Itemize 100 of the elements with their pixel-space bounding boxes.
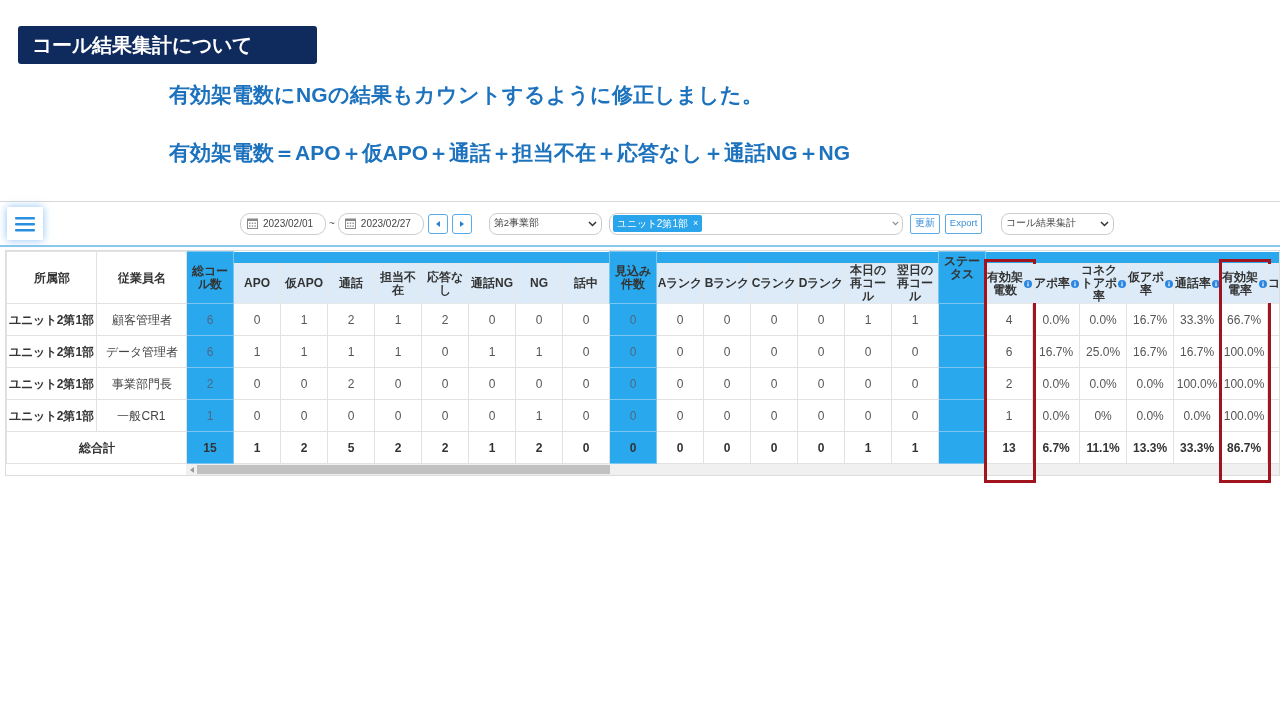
table-cell: 0: [468, 367, 516, 400]
table-cell: 0: [844, 399, 892, 432]
table-cell: 0: [750, 431, 798, 464]
unit-select[interactable]: ユニット2第1部 ×: [608, 212, 903, 235]
table-cell: 0: [797, 367, 845, 400]
table-cell: 0: [280, 399, 328, 432]
table-cell: 0: [421, 335, 469, 368]
table-cell: 2: [280, 431, 328, 464]
table-cell: 0: [797, 399, 845, 432]
right-triangle-icon: [459, 220, 464, 227]
column-header: 有効架電率: [1221, 270, 1258, 297]
refresh-button[interactable]: 更新: [909, 213, 940, 234]
table-cell: 1: [374, 303, 422, 336]
table-cell: 0: [562, 303, 610, 336]
info-icon: [1023, 279, 1032, 288]
table-cell: 1: [515, 399, 563, 432]
calendar-icon: [247, 218, 258, 229]
table-cell: 1: [468, 335, 516, 368]
column-header: アポ率: [1033, 277, 1070, 290]
table-cell: 1: [327, 335, 375, 368]
table-cell: 0: [703, 367, 751, 400]
table-cell: 0: [703, 399, 751, 432]
table-cell: 2: [374, 431, 422, 464]
table-cell: 0: [515, 367, 563, 400]
table-cell: 2: [515, 431, 563, 464]
table-cell: 0.0%: [1079, 303, 1127, 336]
previous-button[interactable]: [427, 213, 448, 234]
table-cell: 0: [562, 399, 610, 432]
table-cell: 一般CR1: [96, 399, 187, 432]
table-cell: 0: [609, 303, 657, 336]
next-button[interactable]: [451, 213, 472, 234]
remove-tag-button[interactable]: ×: [692, 216, 699, 231]
table-cell: 1: [186, 399, 234, 432]
column-header: Aランク: [656, 263, 704, 304]
table-cell: 2: [327, 367, 375, 400]
unit-tag[interactable]: ユニット2第1部 ×: [612, 215, 703, 232]
table-cell: ユニット2第1部: [6, 335, 97, 368]
column-header: 応答なし: [421, 263, 469, 304]
table-cell: 0: [374, 399, 422, 432]
note-text: 有効架電数にNGの結果もカウントするように修正しました。: [169, 82, 764, 108]
export-button[interactable]: Export: [944, 213, 983, 234]
menu-button[interactable]: [7, 207, 43, 240]
table-cell: 100.0%: [1220, 367, 1268, 400]
table-cell: 2: [985, 367, 1033, 400]
slide-title: コール結果集計について: [18, 26, 317, 64]
table-cell: 0%: [1079, 399, 1127, 432]
department-select[interactable]: 第2事業部: [488, 212, 602, 235]
column-header: ステータス: [938, 251, 986, 304]
table-cell: 16.7%: [1126, 303, 1174, 336]
total-label: 総合計: [6, 431, 187, 464]
table-cell: 0: [562, 335, 610, 368]
calendar-icon: [344, 218, 356, 229]
table-cell: 0: [421, 399, 469, 432]
scrollbar-thumb[interactable]: [197, 465, 610, 474]
column-header: 所属部: [6, 251, 97, 304]
table-cell: 0.0%: [1079, 367, 1127, 400]
table-cell: 0: [562, 431, 610, 464]
date-field[interactable]: 2023/02/27: [337, 212, 424, 235]
table-cell: 0: [797, 431, 845, 464]
table-cell: 0: [750, 399, 798, 432]
chevron-down-icon: [1100, 220, 1110, 227]
column-header: Bランク: [703, 263, 751, 304]
date-field[interactable]: 2023/02/01: [240, 212, 326, 235]
column-header: コネクトアポ率: [1080, 264, 1117, 303]
table-cell: 1: [844, 431, 892, 464]
table-cell: 1: [985, 399, 1033, 432]
column-header: Dランク: [797, 263, 845, 304]
table-cell: 100.0%: [1220, 399, 1268, 432]
table-cell: 0: [327, 399, 375, 432]
table-cell: 0: [891, 399, 939, 432]
column-header: APO: [233, 263, 281, 304]
column-header: 従業員名: [96, 251, 187, 304]
info-icon: [1258, 279, 1267, 288]
table-cell: 0: [750, 303, 798, 336]
table-cell: 0: [609, 431, 657, 464]
column-header: 見込み件数: [609, 251, 657, 304]
info-icon: [1164, 279, 1173, 288]
table-cell: 13.3%: [1126, 431, 1174, 464]
table-cell: 2: [327, 303, 375, 336]
table-cell: 0: [609, 335, 657, 368]
table-cell: 0: [844, 335, 892, 368]
info-icon: [1211, 279, 1220, 288]
table-cell: 0: [750, 335, 798, 368]
note-text: 有効架電数＝APO＋仮APO＋通話＋担当不在＋応答なし＋通話NG＋NG: [169, 140, 851, 166]
report-select[interactable]: コール結果集計: [1001, 212, 1115, 235]
table-cell: 100.0%: [1220, 335, 1268, 368]
info-icon: [1117, 279, 1126, 288]
table-cell: 0: [656, 367, 704, 400]
chevron-down-icon: [891, 221, 899, 226]
column-header: 仮アポ率: [1127, 270, 1164, 297]
table-cell: 6: [186, 335, 234, 368]
table-cell: 0: [703, 431, 751, 464]
column-header: 話中: [562, 263, 610, 304]
table-cell: 0: [468, 399, 516, 432]
table-cell: 5: [327, 431, 375, 464]
table-cell: 1: [374, 335, 422, 368]
info-icon: [1070, 279, 1079, 288]
table-cell: 0: [891, 335, 939, 368]
table-cell: 1: [233, 431, 281, 464]
table-cell: 0: [656, 303, 704, 336]
